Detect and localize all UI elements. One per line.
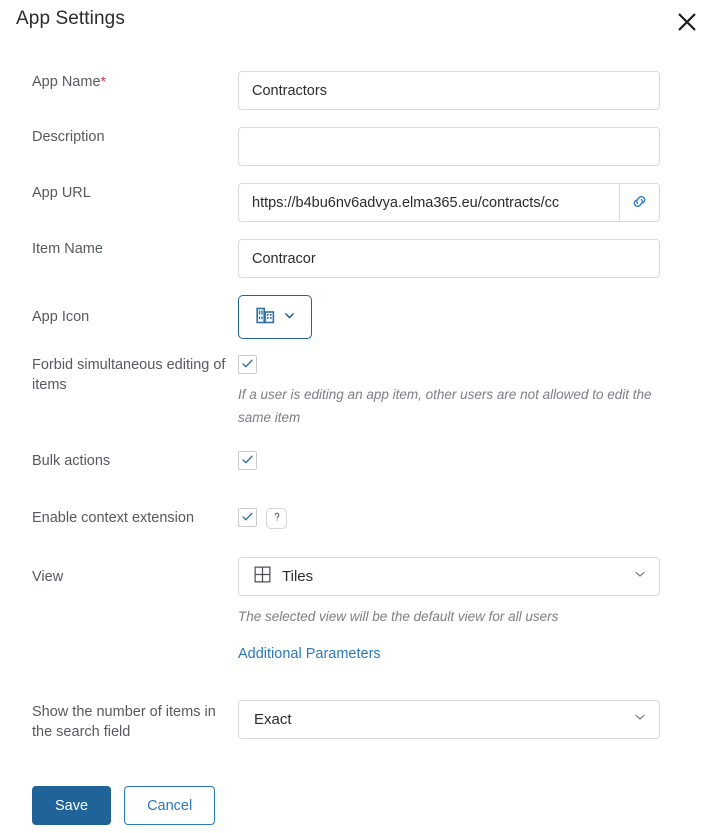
save-button[interactable]: Save (32, 786, 112, 825)
view-select[interactable]: Tiles (238, 557, 660, 596)
link-icon (630, 192, 649, 214)
copy-link-button[interactable] (619, 183, 660, 222)
field-row-bulk-actions: Bulk actions (0, 451, 713, 471)
description-label: Description (32, 129, 105, 145)
checkmark-icon (241, 510, 254, 526)
field-row-context-extension: Enable context extension (0, 508, 713, 529)
close-icon (676, 11, 698, 33)
page-title: App Settings (16, 8, 125, 29)
app-icon-picker[interactable] (238, 295, 312, 339)
item-name-input[interactable] (238, 239, 660, 278)
forbid-simultaneous-hint: If a user is editing an app item, other … (238, 387, 652, 425)
field-row-view: View Tiles The selected view will be the… (0, 557, 713, 663)
chevron-down-icon (633, 567, 647, 586)
close-button[interactable] (671, 6, 703, 38)
field-row-forbid-simultaneous: Forbid simultaneous editing of items If … (0, 355, 713, 429)
required-asterisk: * (100, 73, 106, 89)
items-count-label: Show the number of items in the search f… (32, 704, 216, 740)
dialog-header: App Settings (0, 0, 713, 46)
app-url-label: App URL (32, 185, 91, 201)
chevron-down-icon (633, 710, 647, 729)
bulk-actions-checkbox[interactable] (238, 451, 257, 470)
context-extension-help-button[interactable] (266, 508, 287, 529)
app-settings-dialog: App Settings App Name* Description (0, 0, 713, 833)
context-extension-checkbox[interactable] (238, 508, 257, 527)
checkmark-icon (241, 453, 254, 469)
cancel-button[interactable]: Cancel (124, 786, 216, 825)
context-extension-label: Enable context extension (32, 510, 195, 526)
app-name-label: App Name* (32, 73, 106, 90)
items-count-select-value: Exact (254, 711, 292, 728)
view-label: View (32, 569, 64, 585)
field-row-items-count: Show the number of items in the search f… (0, 700, 713, 742)
field-row-description: Description (0, 127, 713, 166)
app-url-group (238, 183, 660, 222)
description-input[interactable] (238, 127, 660, 166)
app-icon-label: App Icon (32, 309, 90, 325)
forbid-simultaneous-checkbox[interactable] (238, 355, 257, 374)
forbid-simultaneous-label: Forbid simultaneous editing of items (32, 357, 226, 393)
view-select-value: Tiles (282, 568, 314, 585)
items-count-select[interactable]: Exact (238, 700, 660, 739)
settings-form: App Name* Description App URL (0, 46, 713, 742)
bulk-actions-label: Bulk actions (32, 453, 111, 469)
app-url-input[interactable] (238, 183, 619, 222)
tiles-grid-icon (254, 566, 271, 588)
checkmark-icon (241, 357, 254, 373)
app-name-input[interactable] (238, 71, 660, 110)
office-building-icon (255, 305, 276, 329)
field-row-app-icon: App Icon (0, 295, 713, 339)
dialog-footer: Save Cancel (32, 786, 216, 825)
chevron-down-icon (283, 309, 296, 325)
field-row-app-name: App Name* (0, 71, 713, 110)
view-hint: The selected view will be the default vi… (238, 609, 559, 624)
field-row-app-url: App URL (0, 183, 713, 222)
additional-parameters-link[interactable]: Additional Parameters (238, 646, 381, 662)
question-mark-icon (271, 511, 283, 526)
item-name-label: Item Name (32, 241, 103, 257)
field-row-item-name: Item Name (0, 239, 713, 278)
